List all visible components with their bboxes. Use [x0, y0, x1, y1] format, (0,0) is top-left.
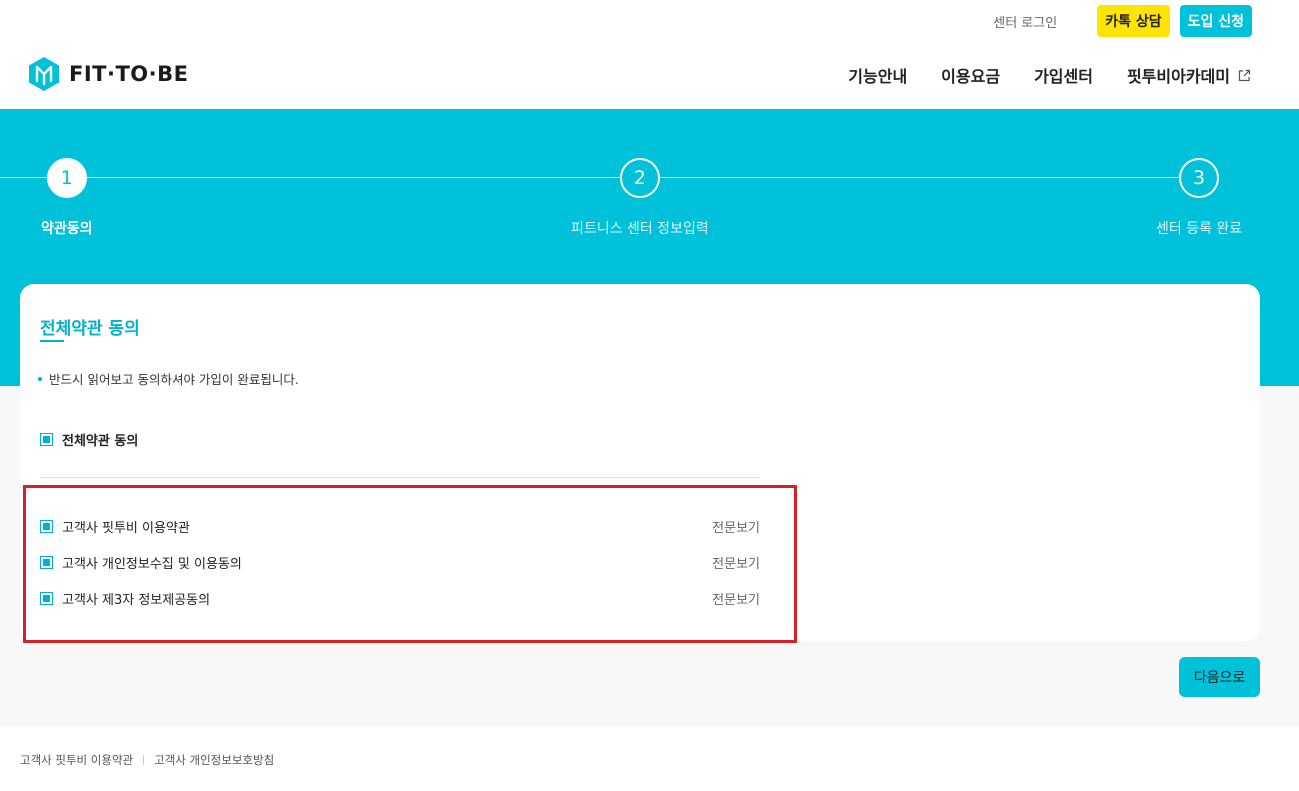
notice-text: 반드시 읽어보고 동의하셔야 가입이 완료됩니다. — [38, 369, 299, 388]
nav-academy[interactable]: 핏투비아카데미 — [1127, 63, 1251, 87]
footer-terms-link[interactable]: 고객사 핏투비 이용약관 — [20, 752, 133, 768]
step-3-circle: 3 — [1179, 158, 1220, 198]
center-login-link[interactable]: 센터 로그인 — [993, 12, 1057, 31]
step-3-label: 센터 등록 완료 — [1156, 221, 1243, 237]
term-service-label[interactable]: 고객사 핏투비 이용약관 — [62, 517, 190, 536]
divider — [40, 477, 760, 478]
nav-features-label: 기능안내 — [848, 67, 908, 86]
step-1: 1 약관동의 — [41, 158, 93, 238]
term-third-party-label[interactable]: 고객사 제3자 정보제공동의 — [62, 589, 210, 608]
step-2-circle: 2 — [619, 158, 660, 198]
logo-text: FIT·TO·BE — [69, 62, 189, 86]
term-third-party-view-button[interactable]: 전문보기 — [712, 589, 760, 608]
agree-all-checkbox[interactable] — [40, 433, 53, 446]
step-2: 2 피트니스 센터 정보입력 — [571, 158, 709, 238]
agree-all-label[interactable]: 전체약관 동의 — [62, 430, 138, 449]
term-service-view-button[interactable]: 전문보기 — [712, 517, 760, 536]
top-links: 센터 로그인 카톡 상담 도입 신청 — [993, 5, 1252, 37]
term-privacy-view-button[interactable]: 전문보기 — [712, 553, 760, 572]
footer-separator — [143, 755, 145, 765]
site-footer: 고객사 핏투비 이용약관 고객사 개인정보보호방침 — [0, 727, 1299, 791]
nav-academy-label: 핏투비아카데미 — [1126, 67, 1230, 86]
title-underline — [40, 340, 64, 342]
term-service-checkbox[interactable] — [40, 520, 53, 533]
external-link-icon — [1238, 69, 1251, 81]
nav-member-centers[interactable]: 가입센터 — [1034, 63, 1093, 87]
notice-label: 반드시 읽어보고 동의하셔야 가입이 완료됩니다. — [49, 372, 299, 387]
footer-privacy-link[interactable]: 고객사 개인정보보호방침 — [154, 752, 274, 768]
terms-card: 전체약관 동의 반드시 읽어보고 동의하셔야 가입이 완료됩니다. 전체약관 동… — [20, 284, 1260, 641]
term-row-service: 고객사 핏투비 이용약관 전문보기 — [40, 517, 760, 536]
card-title: 전체약관 동의 — [40, 319, 140, 339]
step-2-label: 피트니스 센터 정보입력 — [571, 221, 709, 237]
nav-features[interactable]: 기능안내 — [848, 63, 907, 87]
step-1-label: 약관동의 — [41, 221, 93, 237]
nav-pricing[interactable]: 이용요금 — [941, 63, 1000, 87]
step-3: 3 센터 등록 완료 — [1156, 158, 1242, 238]
term-row-third-party: 고객사 제3자 정보제공동의 전문보기 — [40, 589, 760, 608]
site-header: 센터 로그인 카톡 상담 도입 신청 FIT·TO·BE 기능안내 이용요금 가… — [0, 0, 1299, 109]
intro-apply-button[interactable]: 도입 신청 — [1179, 5, 1252, 37]
term-third-party-checkbox[interactable] — [40, 592, 53, 605]
term-row-privacy: 고객사 개인정보수집 및 이용동의 전문보기 — [40, 553, 760, 572]
next-button[interactable]: 다음으로 — [1179, 657, 1260, 697]
kakao-consult-button[interactable]: 카톡 상담 — [1097, 5, 1170, 37]
logo[interactable]: FIT·TO·BE — [27, 56, 188, 92]
main-nav: 기능안내 이용요금 가입센터 핏투비아카데미 — [814, 63, 1251, 87]
step-1-circle: 1 — [46, 158, 87, 198]
footer-links: 고객사 핏투비 이용약관 고객사 개인정보보호방침 — [20, 752, 274, 768]
term-privacy-label[interactable]: 고객사 개인정보수집 및 이용동의 — [62, 553, 242, 572]
logo-cube-icon — [29, 57, 59, 91]
agree-all-row: 전체약관 동의 — [40, 430, 760, 449]
nav-pricing-label: 이용요금 — [941, 67, 1001, 86]
nav-member-centers-label: 가입센터 — [1034, 67, 1093, 86]
bullet-icon — [38, 376, 42, 381]
term-privacy-checkbox[interactable] — [40, 556, 53, 569]
